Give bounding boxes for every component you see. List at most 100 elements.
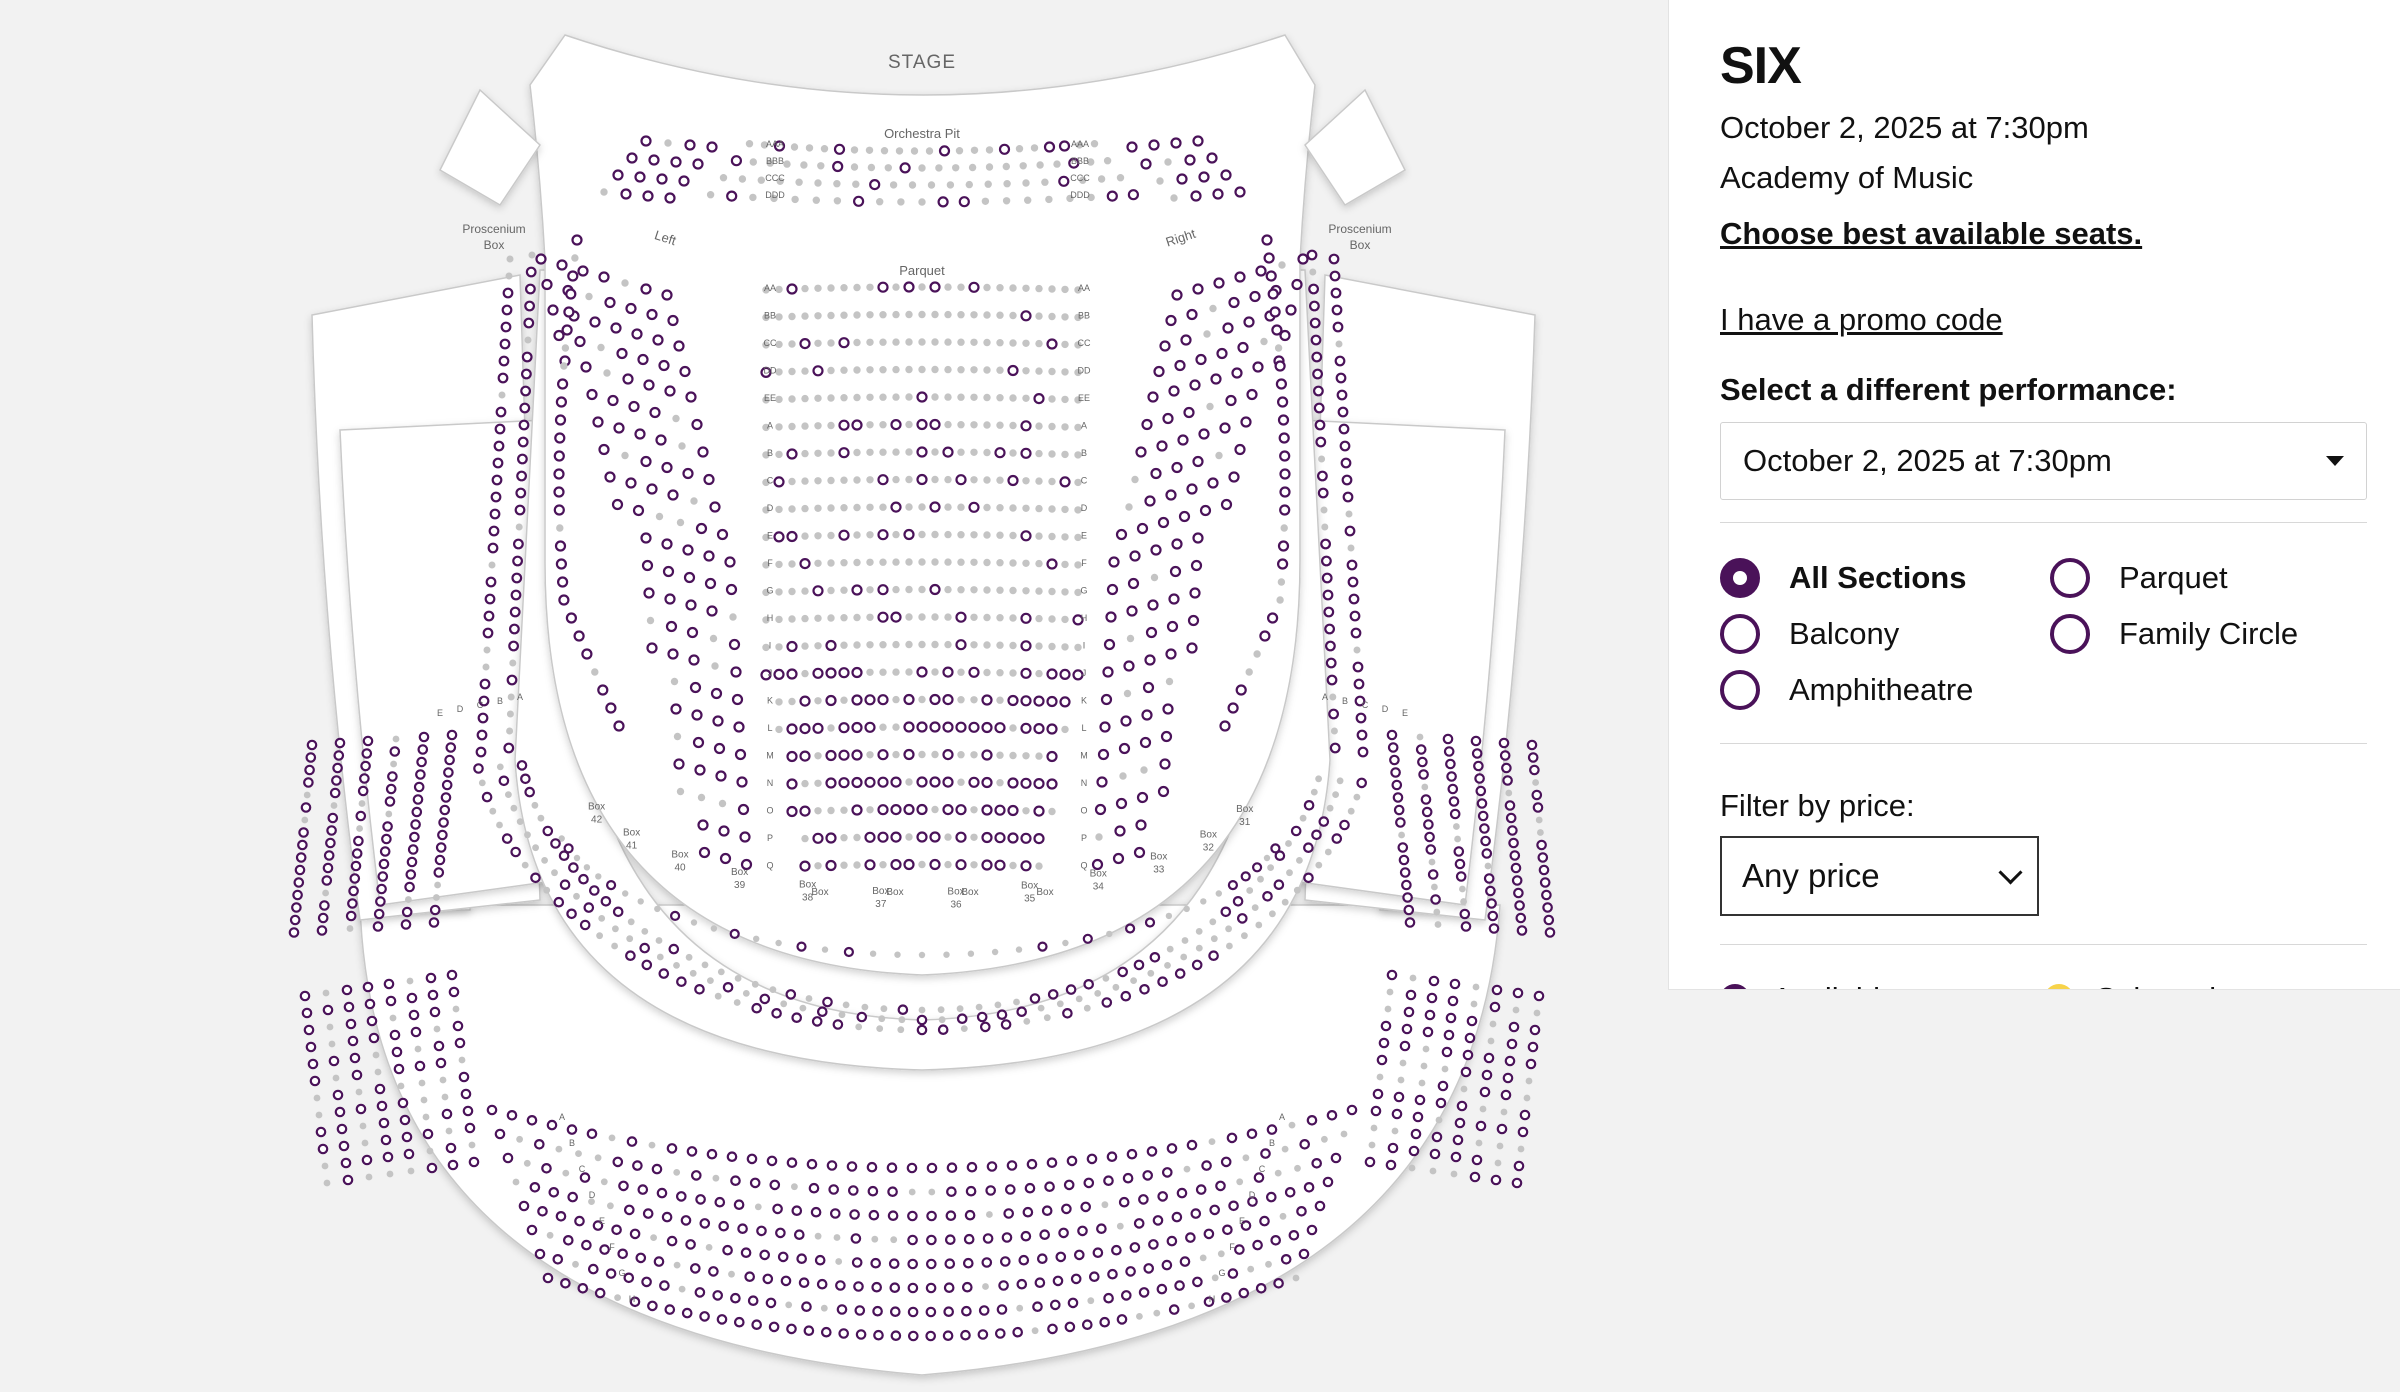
seat-unavailable[interactable] (505, 791, 512, 798)
seat-available[interactable] (838, 667, 850, 679)
seat-available[interactable] (994, 1328, 1006, 1339)
seat-unavailable[interactable] (433, 1025, 441, 1033)
seat-unavailable[interactable] (1165, 912, 1173, 920)
seat-available[interactable] (1185, 1232, 1196, 1243)
seat-unavailable[interactable] (905, 558, 913, 566)
seat-available[interactable] (422, 1128, 434, 1140)
seat-available[interactable] (1318, 816, 1330, 827)
seat-available[interactable] (1059, 476, 1071, 488)
seat-unavailable[interactable] (1002, 197, 1011, 205)
seat-available[interactable] (719, 852, 732, 865)
seat-unavailable[interactable] (506, 255, 514, 263)
seat-available[interactable] (686, 1146, 698, 1157)
seat-available[interactable] (1097, 748, 1110, 761)
seat-unavailable[interactable] (1245, 668, 1253, 676)
seat-available[interactable] (1252, 361, 1264, 373)
seat-available[interactable] (387, 771, 398, 782)
seat-unavailable[interactable] (1200, 898, 1207, 905)
seat-available[interactable] (1423, 819, 1434, 830)
seat-unavailable[interactable] (1061, 313, 1069, 321)
seat-available[interactable] (665, 620, 678, 633)
seat-unavailable[interactable] (791, 1183, 798, 1191)
seat-unavailable[interactable] (801, 587, 809, 595)
seat-available[interactable] (1124, 923, 1136, 934)
seat-available[interactable] (1266, 1191, 1277, 1203)
seat-available[interactable] (1452, 1134, 1464, 1146)
seat-unavailable[interactable] (386, 1170, 394, 1178)
seat-available[interactable] (1479, 823, 1490, 834)
seat-available[interactable] (400, 919, 412, 930)
seat-available[interactable] (1504, 1055, 1516, 1067)
seat-available[interactable] (916, 418, 928, 431)
seat-available[interactable] (945, 1210, 957, 1221)
seat-unavailable[interactable] (496, 821, 503, 829)
seat-available[interactable] (1020, 447, 1032, 459)
seat-unavailable[interactable] (918, 558, 926, 566)
seat-available[interactable] (686, 626, 699, 639)
seat-unavailable[interactable] (1015, 946, 1023, 953)
seat-unavailable[interactable] (775, 698, 783, 706)
seat-unavailable[interactable] (840, 586, 848, 594)
seat-available[interactable] (1506, 1038, 1518, 1050)
seat-available[interactable] (291, 902, 302, 913)
seat-available[interactable] (929, 831, 941, 843)
radio-all-sections[interactable]: All Sections (1720, 555, 2050, 601)
seat-available[interactable] (559, 879, 571, 890)
seat-available[interactable] (1306, 1224, 1318, 1236)
seat-available[interactable] (737, 803, 750, 816)
seat-available[interactable] (851, 776, 863, 789)
seat-available[interactable] (786, 640, 798, 653)
seat-available[interactable] (1403, 1006, 1415, 1018)
seat-available[interactable] (1115, 797, 1128, 810)
seat-available[interactable] (1107, 1268, 1118, 1280)
seat-available[interactable] (851, 584, 863, 596)
seat-available[interactable] (1168, 385, 1180, 397)
seat-available[interactable] (1216, 347, 1228, 360)
seat-unavailable[interactable] (1048, 450, 1056, 458)
seat-available[interactable] (1326, 674, 1338, 686)
seat-available[interactable] (1403, 904, 1415, 916)
seat-available[interactable] (877, 529, 889, 541)
seat-unavailable[interactable] (551, 869, 558, 877)
seat-unavailable[interactable] (905, 475, 913, 484)
seat-unavailable[interactable] (801, 394, 809, 403)
seat-unavailable[interactable] (482, 663, 490, 671)
seat-available[interactable] (503, 742, 515, 754)
seat-unavailable[interactable] (1031, 1327, 1039, 1335)
seat-available[interactable] (1397, 842, 1409, 853)
seat-unavailable[interactable] (871, 1235, 879, 1243)
seat-unavailable[interactable] (840, 614, 848, 622)
seat-available[interactable] (1322, 589, 1334, 601)
seat-unavailable[interactable] (820, 1304, 828, 1312)
seat-available[interactable] (806, 1158, 818, 1170)
seat-available[interactable] (617, 1248, 628, 1260)
seat-unavailable[interactable] (931, 310, 939, 319)
seat-available[interactable] (994, 859, 1006, 871)
seat-unavailable[interactable] (814, 339, 822, 347)
seat-unavailable[interactable] (505, 272, 513, 280)
seat-available[interactable] (651, 1163, 663, 1175)
seat-available[interactable] (579, 1172, 591, 1183)
seat-available[interactable] (524, 786, 535, 798)
seat-available[interactable] (838, 777, 850, 789)
seat-available[interactable] (1420, 794, 1432, 805)
seat-available[interactable] (1106, 190, 1118, 202)
seat-available[interactable] (1138, 1194, 1149, 1205)
seat-unavailable[interactable] (996, 614, 1004, 622)
seat-available[interactable] (1061, 1203, 1072, 1215)
seat-available[interactable] (446, 969, 458, 981)
seat-unavailable[interactable] (905, 778, 913, 786)
seat-available[interactable] (558, 594, 570, 606)
seat-available[interactable] (1353, 678, 1365, 690)
seat-available[interactable] (626, 1136, 638, 1147)
seat-available[interactable] (518, 419, 530, 431)
seat-unavailable[interactable] (833, 1234, 841, 1241)
seat-unavailable[interactable] (1274, 1169, 1282, 1177)
seat-unavailable[interactable] (560, 362, 568, 370)
seat-available[interactable] (1046, 1157, 1058, 1168)
seat-available[interactable] (475, 746, 487, 758)
seat-unavailable[interactable] (1009, 559, 1017, 567)
seat-available[interactable] (1332, 321, 1344, 333)
seat-unavailable[interactable] (897, 198, 905, 206)
seat-available[interactable] (1058, 175, 1070, 187)
